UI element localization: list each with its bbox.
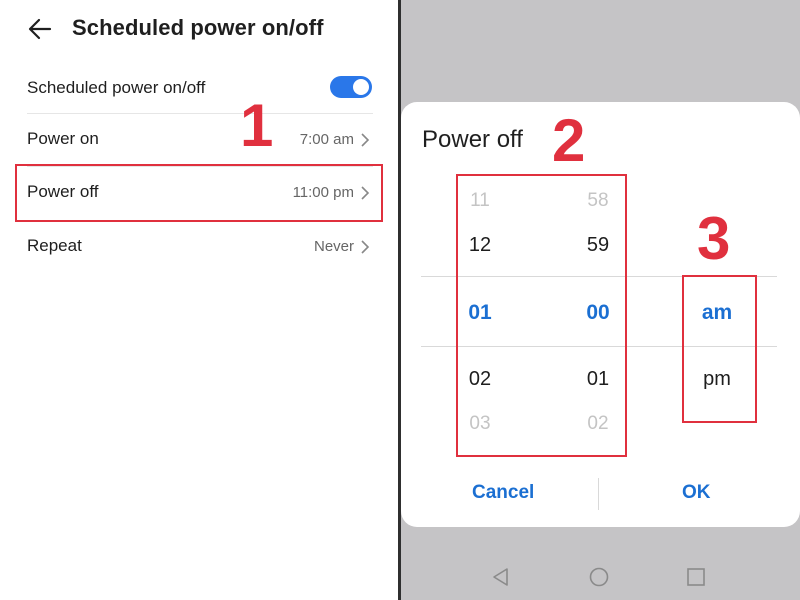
scheduled-toggle-label: Scheduled power on/off bbox=[27, 78, 206, 97]
back-button[interactable] bbox=[26, 14, 54, 44]
app-header: Scheduled power on/off bbox=[0, 0, 398, 60]
callout-box-3 bbox=[682, 275, 757, 423]
triangle-back-icon[interactable] bbox=[489, 565, 513, 589]
toggle-knob bbox=[353, 79, 369, 95]
square-recents-icon[interactable] bbox=[684, 565, 708, 589]
repeat-value: Never bbox=[313, 238, 354, 255]
arrow-left-icon bbox=[28, 18, 52, 40]
power-on-row[interactable]: Power on 7:00 am bbox=[0, 114, 398, 166]
callout-box-1 bbox=[15, 164, 383, 222]
time-picker-screen: Power off 11 12 01 02 03 58 59 00 01 02 … bbox=[401, 0, 800, 600]
chevron-right-icon bbox=[361, 133, 370, 147]
power-on-value: 7:00 am bbox=[299, 131, 354, 148]
dialog-title: Power off bbox=[422, 126, 523, 153]
cancel-button[interactable]: Cancel bbox=[472, 482, 534, 504]
ok-button[interactable]: OK bbox=[682, 482, 711, 504]
repeat-label: Repeat bbox=[27, 236, 82, 255]
callout-number-1: 1 bbox=[240, 92, 274, 159]
repeat-row[interactable]: Repeat Never bbox=[0, 221, 398, 273]
page-title: Scheduled power on/off bbox=[72, 15, 324, 40]
circle-home-icon[interactable] bbox=[587, 565, 611, 589]
scheduled-toggle-switch[interactable] bbox=[330, 76, 372, 98]
settings-screen: Scheduled power on/off Scheduled power o… bbox=[0, 0, 398, 600]
callout-number-2: 2 bbox=[552, 107, 586, 174]
button-divider bbox=[598, 478, 599, 510]
callout-number-3: 3 bbox=[697, 205, 731, 272]
chevron-right-icon bbox=[361, 240, 370, 254]
power-on-label: Power on bbox=[27, 129, 99, 148]
system-nav-bar bbox=[401, 555, 800, 600]
callout-box-2 bbox=[456, 174, 627, 457]
